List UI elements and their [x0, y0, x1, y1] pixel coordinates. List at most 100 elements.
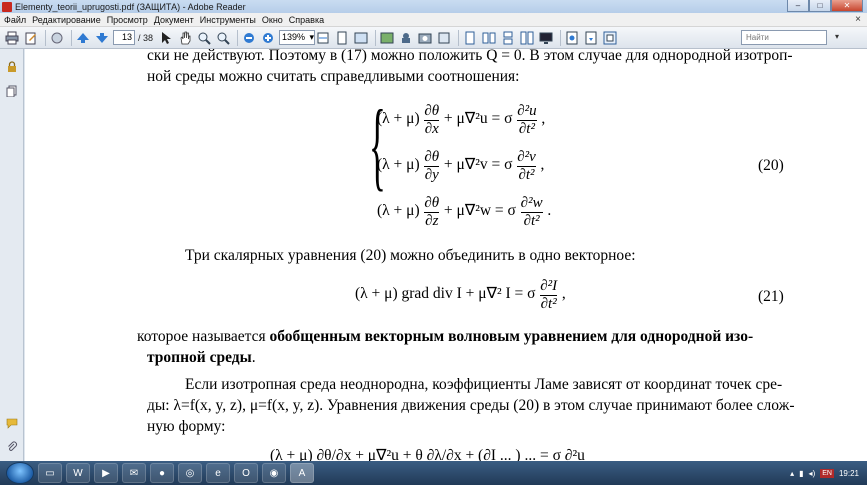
title-bar: Elementy_teorii_uprugosti.pdf (ЗАЩИТА) -…: [0, 0, 867, 13]
hand-tool-icon[interactable]: [177, 30, 193, 46]
toolbar-separator: [237, 29, 239, 46]
continuous-page-icon[interactable]: [500, 30, 516, 46]
text-line: ды: λ=f(x, y, z), μ=f(x, y, z). Уравнени…: [147, 397, 795, 414]
search-input[interactable]: Найти: [741, 30, 827, 45]
fraction: ∂²w ∂t²: [520, 195, 543, 229]
network-icon[interactable]: ▮: [799, 469, 803, 478]
page-number-input[interactable]: 13: [113, 30, 135, 45]
two-page-icon[interactable]: [481, 30, 497, 46]
navigation-sidebar: [0, 49, 24, 461]
menu-tools[interactable]: Инструменты: [200, 15, 256, 25]
stamp-icon[interactable]: [398, 30, 414, 46]
adobe-reader-icon: [2, 1, 12, 12]
equation-partial: (λ + μ) ∂θ/∂x + μ∇²u + θ ∂λ/∂x + (∂I ...…: [270, 447, 585, 461]
zoom-out-magnifier-icon[interactable]: [196, 30, 212, 46]
snapshot-icon[interactable]: [417, 30, 433, 46]
equation-number: (21): [758, 288, 784, 305]
fraction: ∂θ ∂x: [424, 103, 440, 137]
text-line: тропной среды.: [147, 349, 256, 366]
page-total: / 38: [138, 32, 154, 43]
menu-edit[interactable]: Редактирование: [32, 15, 101, 25]
document-settings-icon[interactable]: [564, 30, 580, 46]
volume-icon[interactable]: ◂): [809, 469, 816, 478]
search-dropdown-icon[interactable]: ▾: [835, 32, 839, 41]
adobe-reader-taskbar-icon[interactable]: A: [290, 463, 314, 483]
zoom-level-select[interactable]: 139% ▾: [279, 30, 316, 45]
toolbar-separator: [45, 29, 46, 46]
pages-icon[interactable]: [6, 85, 18, 97]
equation-20-row-3: (λ + μ) ∂θ ∂z + μ∇²w = σ ∂²w ∂t² .: [377, 195, 552, 229]
equation-number: (20): [758, 157, 784, 174]
monitor-icon[interactable]: [538, 30, 554, 46]
chrome-taskbar-icon[interactable]: ◉: [262, 463, 286, 483]
bold-term: тропной среды: [147, 349, 252, 366]
word-taskbar-icon[interactable]: W: [66, 463, 90, 483]
language-indicator[interactable]: EN: [820, 468, 834, 478]
fraction: ∂²v ∂t²: [517, 149, 536, 183]
document-export-icon[interactable]: [583, 30, 599, 46]
single-page-icon[interactable]: [462, 30, 478, 46]
text-line: ски не действуют. Поэтому в (17) можно п…: [147, 49, 793, 64]
fraction: ∂²u ∂t²: [517, 103, 537, 137]
text-line: которое называется обобщенным векторным …: [137, 328, 754, 345]
next-page-icon[interactable]: [94, 30, 110, 46]
attachment-icon[interactable]: [6, 441, 18, 453]
fraction: ∂²I ∂t²: [540, 278, 558, 312]
print-icon[interactable]: [4, 30, 20, 46]
document-view-icon[interactable]: [602, 30, 618, 46]
image-icon[interactable]: [379, 30, 395, 46]
minimize-button[interactable]: –: [787, 0, 809, 12]
comments-icon[interactable]: [6, 417, 18, 429]
menu-help[interactable]: Справка: [289, 15, 324, 25]
two-page-continuous-icon[interactable]: [519, 30, 535, 46]
toolbar-separator: [375, 29, 377, 46]
share-icon[interactable]: [49, 30, 65, 46]
explorer-taskbar-icon[interactable]: ▭: [38, 463, 62, 483]
zoom-magnifier-icon[interactable]: [215, 30, 231, 46]
menu-document[interactable]: Документ: [154, 15, 194, 25]
menu-view[interactable]: Просмотр: [107, 15, 148, 25]
select-tool-icon[interactable]: [158, 30, 174, 46]
zoom-out-icon[interactable]: [241, 30, 257, 46]
windows-taskbar: ▭ W ▶ ✉ ● ◎ e O ◉ A ▴ ▮ ◂) EN 19:21: [0, 461, 867, 485]
opera-taskbar-icon[interactable]: O: [234, 463, 258, 483]
full-screen-icon[interactable]: [353, 30, 369, 46]
tray-arrow-icon[interactable]: ▴: [790, 469, 794, 478]
ie-taskbar-icon[interactable]: e: [206, 463, 230, 483]
menu-file[interactable]: Файл: [4, 15, 26, 25]
fit-width-icon[interactable]: [315, 30, 331, 46]
pdf-page: ски не действуют. Поэтому в (17) можно п…: [25, 49, 867, 461]
app-taskbar-icon[interactable]: ●: [150, 463, 174, 483]
close-button[interactable]: ✕: [831, 0, 863, 12]
text-line: ной среды можно считать справедливыми со…: [147, 68, 520, 85]
system-tray: ▴ ▮ ◂) EN 19:21: [785, 461, 859, 485]
read-mode-icon[interactable]: [436, 30, 452, 46]
document-viewport[interactable]: ски не действуют. Поэтому в (17) можно п…: [25, 49, 867, 461]
start-button[interactable]: [6, 462, 34, 484]
fit-page-icon[interactable]: [334, 30, 350, 46]
text-line: Три скалярных уравнения (20) можно объед…: [185, 247, 636, 264]
text-line: Если изотропная среда неоднородна, коэфф…: [185, 376, 783, 393]
window-controls: – □ ✕: [787, 0, 863, 13]
toolbar: 13 / 38 139% ▾ Найти ▾: [0, 27, 867, 49]
browser-taskbar-icon[interactable]: ◎: [178, 463, 202, 483]
chevron-down-icon: ▾: [309, 32, 315, 42]
prev-page-icon[interactable]: [75, 30, 91, 46]
menu-bar: Файл Редактирование Просмотр Документ Ин…: [0, 13, 867, 27]
equation-20-row-1: (λ + μ) ∂θ ∂x + μ∇²u = σ ∂²u ∂t² ,: [377, 103, 546, 137]
menu-window[interactable]: Окно: [262, 15, 283, 25]
toolbar-separator: [71, 29, 72, 46]
edit-icon[interactable]: [23, 30, 39, 46]
maximize-button[interactable]: □: [809, 0, 831, 12]
zoom-level-value: 139%: [282, 32, 306, 42]
toolbar-separator: [458, 29, 460, 46]
lock-icon[interactable]: [6, 61, 18, 73]
equation-20-row-2: (λ + μ) ∂θ ∂y + μ∇²v = σ ∂²v ∂t² ,: [377, 149, 545, 183]
close-document-icon[interactable]: ×: [855, 14, 861, 25]
messenger-taskbar-icon[interactable]: ✉: [122, 463, 146, 483]
window-title: Elementy_teorii_uprugosti.pdf (ЗАЩИТА) -…: [15, 1, 246, 12]
toolbar-separator: [560, 29, 562, 46]
clock[interactable]: 19:21: [839, 469, 859, 478]
zoom-in-icon[interactable]: [260, 30, 276, 46]
media-taskbar-icon[interactable]: ▶: [94, 463, 118, 483]
